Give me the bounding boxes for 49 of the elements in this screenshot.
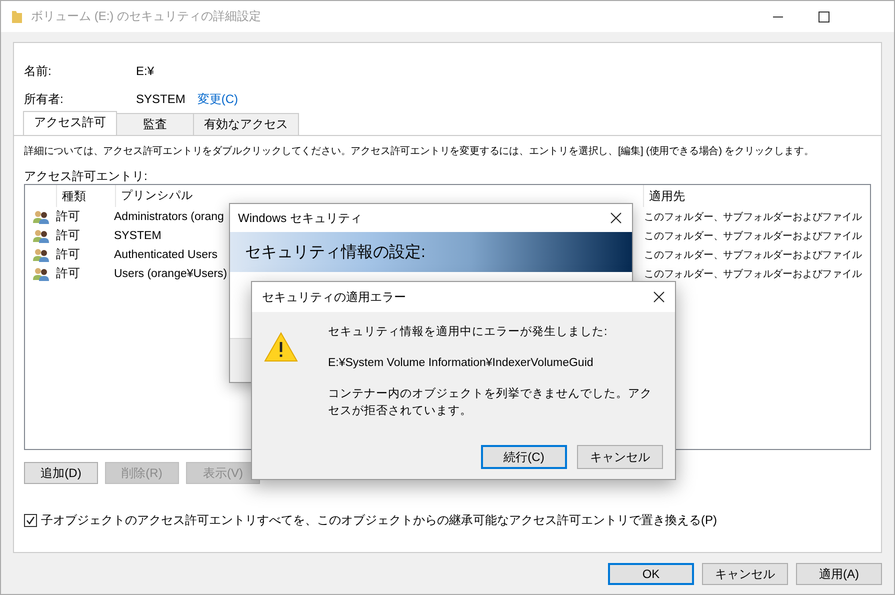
dialog-button[interactable]: 続行(C): [481, 445, 567, 469]
column-header[interactable]: 種類: [56, 185, 115, 207]
dialog-button[interactable]: OK: [608, 563, 694, 585]
table-cell-text: SYSTEM: [114, 230, 162, 242]
entries-label: アクセス許可エントリ:: [24, 168, 148, 185]
dialog-button[interactable]: キャンセル: [702, 563, 788, 585]
dialog-title: セキュリティの適用エラー: [262, 288, 406, 306]
field-label: 名前:: [24, 62, 52, 80]
users-icon: [32, 228, 48, 242]
table-cell: Users (orange¥Users): [114, 268, 224, 280]
table-cell-text: 許可: [56, 265, 81, 282]
close-icon[interactable]: [653, 291, 665, 303]
tab[interactable]: アクセス許可: [23, 111, 117, 135]
error-message: セキュリティ情報を適用中にエラーが発生しました:: [328, 324, 608, 340]
tab[interactable]: 監査: [116, 113, 194, 135]
table-cell-text: このフォルダー、サブフォルダーおよびファイル: [644, 248, 863, 262]
table-cell-text: 許可: [56, 227, 81, 244]
field-label: 所有者:: [24, 90, 64, 108]
description-text: 詳細については、アクセス許可エントリをダブルクリックしてください。アクセス許可エントリを変更するには、エントリを選択し、[編集] (使用できる場合) をクリックします。: [24, 144, 814, 159]
table-cell-text: このフォルダー、サブフォルダーおよびファイル: [644, 268, 863, 280]
table-cell-text: Authenticated Users: [114, 248, 219, 260]
error-path: E:¥System Volume Information¥IndexerVolumeGuid: [328, 356, 594, 371]
warning-icon: [264, 332, 298, 362]
dialog-button[interactable]: キャンセル: [577, 445, 663, 469]
list-button[interactable]: 追加(D): [24, 462, 98, 484]
field-value: E:¥: [136, 64, 154, 78]
users-icon: [32, 210, 48, 224]
close-icon[interactable]: [610, 212, 622, 224]
column-header[interactable]: 適用先: [643, 185, 870, 207]
dialog-title: Windows セキュリティ: [238, 210, 362, 226]
users-icon: [32, 266, 48, 280]
tab[interactable]: 有効なアクセス: [193, 113, 299, 135]
table-cell-text: このフォルダー、サブフォルダーおよびファイル: [644, 210, 863, 224]
dialog-button[interactable]: 適用(A): [796, 563, 882, 585]
error-detail: コンテナー内のオブジェクトを列挙できませんでした。アクセスが拒否されています。: [328, 386, 653, 419]
field-value: SYSTEM: [136, 92, 186, 106]
maximize-icon[interactable]: [818, 10, 830, 22]
table-cell-text: 許可: [56, 208, 81, 225]
table-cell: Administrators (orang: [114, 210, 224, 222]
column-header[interactable]: プリンシパル: [115, 185, 226, 207]
users-icon: [32, 248, 48, 262]
table-cell-text: このフォルダー、サブフォルダーおよびファイル: [644, 230, 863, 242]
folder-icon: [11, 10, 23, 24]
window-title: ボリューム (E:) のセキュリティの詳細設定: [31, 8, 261, 25]
checkbox-label: 子オブジェクトのアクセス許可エントリすべてを、このオブジェクトからの継承可能なアクセス許可エントリで置き換える(P): [41, 512, 717, 529]
banner-heading: セキュリティ情報の設定:: [245, 242, 426, 262]
table-cell-text: 許可: [56, 246, 81, 263]
checkbox[interactable]: [24, 514, 37, 527]
change-link[interactable]: 変更(C): [197, 90, 238, 108]
